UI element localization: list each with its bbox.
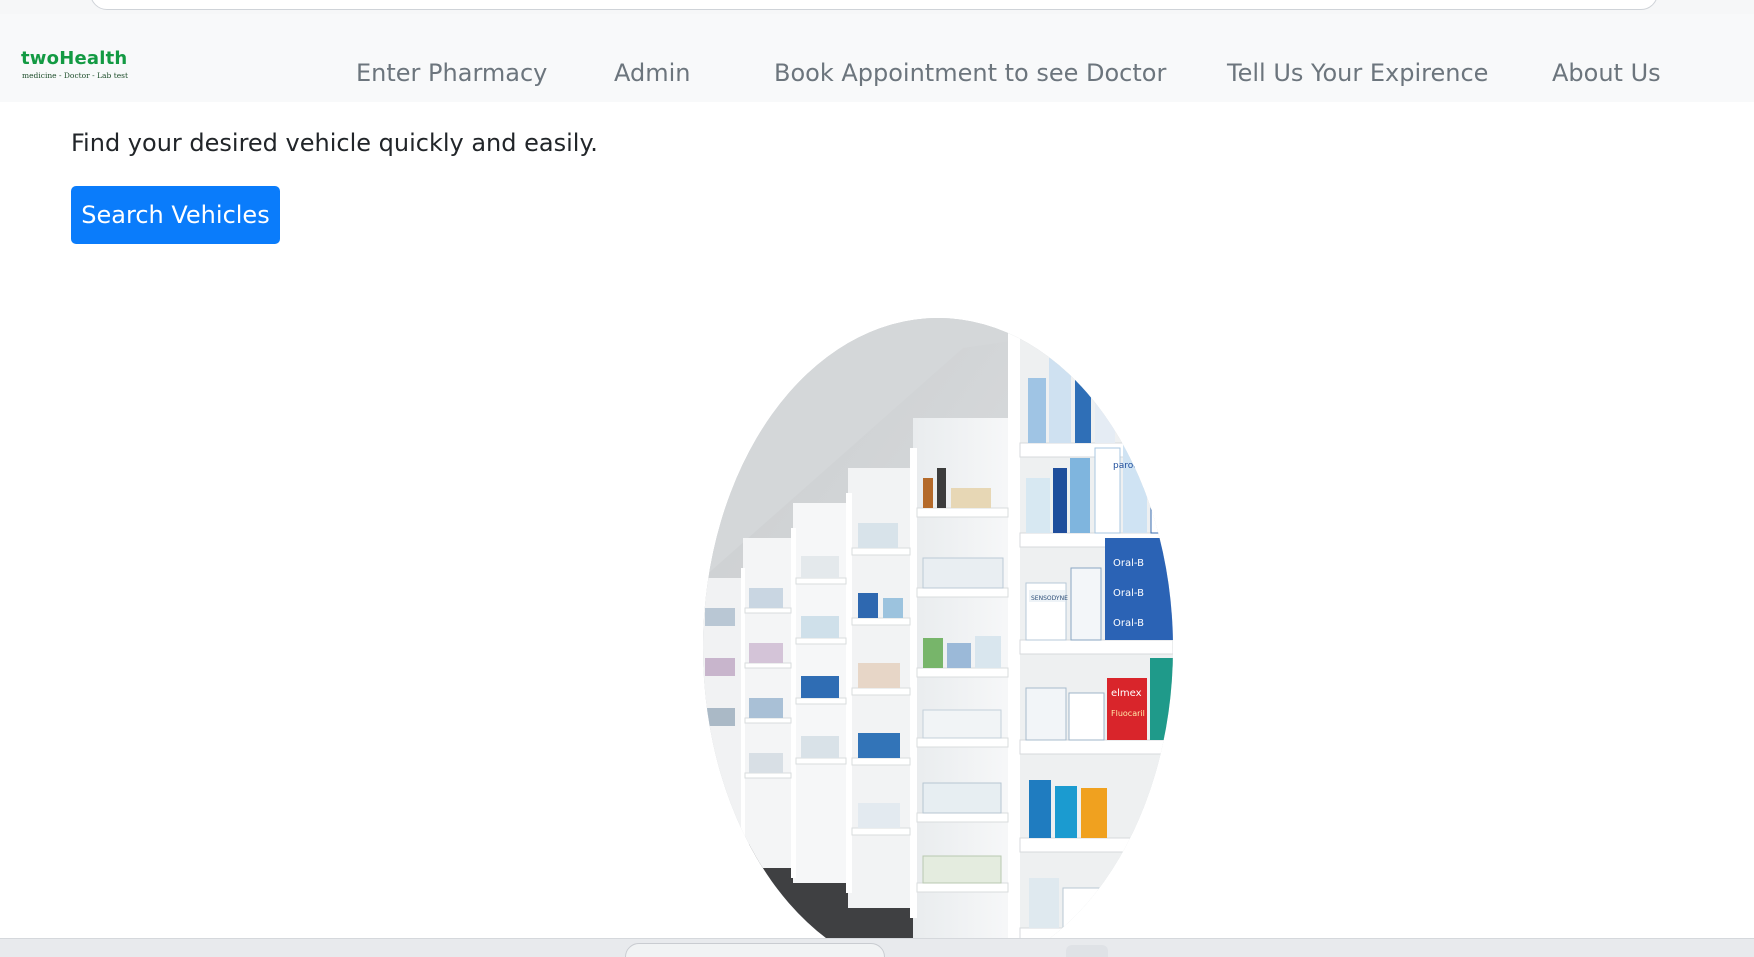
shelf-label-sensodyne: SENSODYNE <box>1031 595 1068 602</box>
brand-tagline: medicine - Doctor - Lab test <box>22 71 129 80</box>
address-bar[interactable] <box>90 0 1658 10</box>
hero-lead-text: Find your desired vehicle quickly and ea… <box>71 129 598 157</box>
pharmacy-image: Oral-B Oral-B Oral-B SENSODYNE elmex Flu… <box>703 318 1173 957</box>
taskbar-app-icon[interactable] <box>1066 945 1108 957</box>
brand-logo[interactable]: twoHealth medicine - Doctor - Lab test <box>21 48 141 88</box>
nav-about-us[interactable]: About Us <box>1552 58 1661 88</box>
shelf-label-oralb: Oral-B <box>1113 558 1144 569</box>
shelf-label-parodontax: parodo <box>1113 461 1145 471</box>
nav-book-appointment[interactable]: Book Appointment to see Doctor <box>774 58 1166 88</box>
taskbar <box>0 938 1754 957</box>
shelf-label-fluocaril: Fluocaril <box>1111 709 1145 718</box>
browser-top-strip <box>0 0 1754 14</box>
nav-admin[interactable]: Admin <box>614 58 691 88</box>
navbar: twoHealth medicine - Doctor - Lab test E… <box>0 14 1754 102</box>
nav-tell-experience[interactable]: Tell Us Your Expirence <box>1227 58 1488 88</box>
shelf-label-oralb-3: Oral-B <box>1113 618 1144 629</box>
brand-name: twoHealth <box>21 48 128 69</box>
nav-enter-pharmacy[interactable]: Enter Pharmacy <box>356 58 547 88</box>
taskbar-search[interactable] <box>625 943 885 957</box>
search-vehicles-button[interactable]: Search Vehicles <box>71 186 280 244</box>
shelf-label-elmex: elmex <box>1111 688 1142 699</box>
shelf-label-oralb-2: Oral-B <box>1113 588 1144 599</box>
